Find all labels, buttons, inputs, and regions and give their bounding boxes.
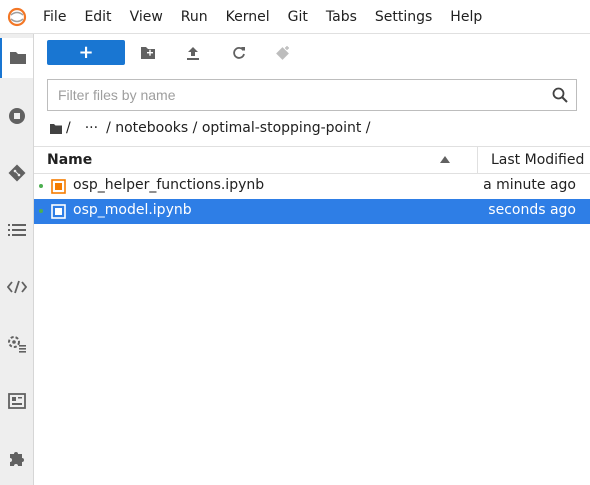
- running-indicator-icon: [39, 209, 43, 213]
- menu-view[interactable]: View: [121, 0, 172, 34]
- git-icon: [8, 164, 25, 182]
- upload-icon: [187, 47, 199, 60]
- menu-file[interactable]: File: [34, 0, 75, 34]
- file-name: osp_model.ipynb: [73, 202, 192, 218]
- menu-kernel[interactable]: Kernel: [217, 0, 279, 34]
- git-clone-icon: [276, 46, 289, 60]
- list-icon: [7, 224, 26, 236]
- refresh-icon: [233, 47, 245, 59]
- extension-puzzle-icon: [9, 452, 24, 466]
- sidebar-item-file-browser[interactable]: [0, 38, 33, 78]
- jupyter-logo-icon: [0, 0, 34, 34]
- stop-circle-icon: [8, 108, 25, 124]
- filter-files-field[interactable]: [47, 79, 577, 111]
- new-folder-button[interactable]: [139, 44, 157, 62]
- file-browser-panel: + Filter files by name / ··· / notebooks…: [34, 34, 590, 485]
- folder-icon: [9, 52, 26, 64]
- file-last-modified: a minute ago: [483, 177, 576, 193]
- git-clone-button[interactable]: [274, 44, 292, 62]
- sort-ascending-icon[interactable]: [440, 156, 450, 163]
- breadcrumb-home-folder-icon[interactable]: [50, 123, 62, 134]
- file-browser-toolbar: +: [34, 34, 590, 74]
- menu-git[interactable]: Git: [279, 0, 317, 34]
- sidebar-item-running[interactable]: [0, 96, 33, 136]
- build-icon: [7, 393, 26, 409]
- sidebar-item-extensions[interactable]: [0, 438, 33, 478]
- menu-edit[interactable]: Edit: [75, 0, 120, 34]
- breadcrumb: / ··· / notebooks / optimal-stopping-poi…: [50, 118, 377, 138]
- menu-tabs[interactable]: Tabs: [317, 0, 366, 34]
- code-icon: [6, 280, 27, 294]
- menu-settings[interactable]: Settings: [366, 0, 441, 34]
- new-folder-icon: [141, 47, 155, 59]
- menu-bar: File Edit View Run Kernel Git Tabs Setti…: [0, 0, 590, 34]
- search-icon: [552, 87, 568, 103]
- notebook-icon: [51, 204, 66, 219]
- breadcrumb-root[interactable]: /: [66, 120, 71, 136]
- column-header-last-modified[interactable]: Last Modified: [477, 147, 590, 173]
- notebook-icon: [51, 179, 66, 194]
- refresh-button[interactable]: [230, 44, 248, 62]
- menu-run[interactable]: Run: [172, 0, 217, 34]
- property-inspector-icon: [7, 336, 26, 353]
- filter-files-input[interactable]: [58, 87, 538, 103]
- sidebar-item-toc[interactable]: [0, 210, 33, 250]
- left-sidebar: [0, 34, 34, 485]
- sidebar-item-code[interactable]: [0, 267, 33, 307]
- sidebar-item-build[interactable]: [0, 381, 33, 421]
- menu-help[interactable]: Help: [441, 0, 491, 34]
- file-row-selected[interactable]: osp_model.ipynb seconds ago: [34, 199, 590, 224]
- sidebar-item-property-inspector[interactable]: [0, 324, 33, 364]
- file-row[interactable]: osp_helper_functions.ipynb a minute ago: [34, 174, 590, 199]
- breadcrumb-ellipsis[interactable]: ···: [85, 120, 98, 136]
- sidebar-item-git[interactable]: [0, 153, 33, 193]
- upload-button[interactable]: [184, 44, 202, 62]
- column-header-name[interactable]: Name: [47, 152, 92, 168]
- new-launcher-button[interactable]: +: [47, 40, 125, 65]
- running-indicator-icon: [39, 184, 43, 188]
- breadcrumb-path[interactable]: / notebooks / optimal-stopping-point /: [106, 120, 370, 136]
- file-name: osp_helper_functions.ipynb: [73, 177, 265, 193]
- file-list-header: Name Last Modified: [34, 146, 590, 174]
- file-last-modified: seconds ago: [488, 202, 576, 218]
